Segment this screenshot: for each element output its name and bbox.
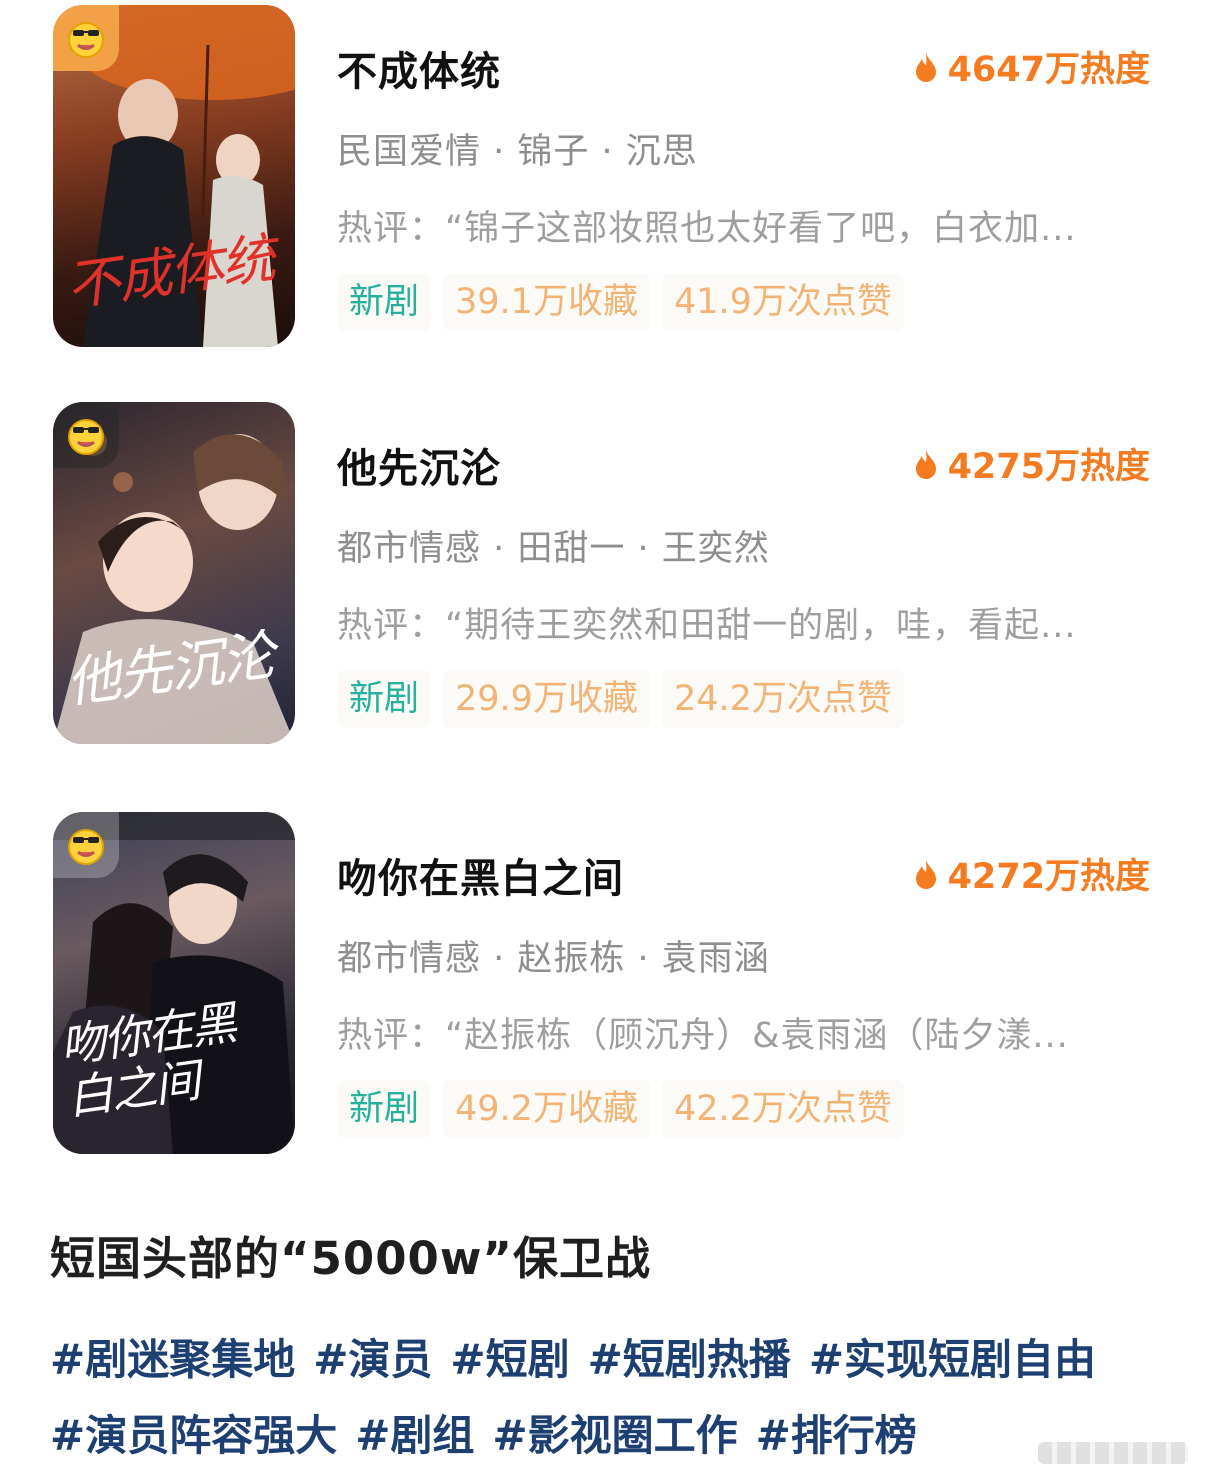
hashtag-list: #剧迷聚集地 #演员 #短剧 #短剧热播 #实现短剧自由 #演员阵容强大 #剧组… xyxy=(50,1318,1170,1470)
hashtag-link[interactable]: #演员阵容强大 xyxy=(50,1402,337,1463)
hashtag-link[interactable]: #影视圈工作 xyxy=(492,1402,737,1463)
hot-review[interactable]: 热评：“期待王奕然和田甜一的剧，哇，看起... xyxy=(337,597,1152,648)
hashtag-row: #演员阵容强大 #剧组 #影视圈工作 #排行榜 xyxy=(50,1394,1170,1470)
favorites-count-tag: 49.2万收藏 xyxy=(443,1080,650,1138)
sunglasses-face-icon xyxy=(53,812,119,878)
flame-icon xyxy=(915,859,936,889)
heat-score: 4275万热度 xyxy=(914,438,1150,489)
hashtag-link[interactable]: #剧组 xyxy=(355,1402,474,1463)
new-drama-tag: 新剧 xyxy=(337,273,432,331)
heat-value: 4272万热度 xyxy=(947,857,1150,897)
heat-score: 4647万热度 xyxy=(914,41,1150,92)
tag-row: 新剧 39.1万收藏 41.9万次点赞 xyxy=(337,273,904,331)
likes-count-tag: 42.2万次点赞 xyxy=(661,1080,904,1138)
tag-row: 新剧 49.2万收藏 42.2万次点赞 xyxy=(337,1080,904,1138)
favorites-count-tag: 29.9万收藏 xyxy=(443,670,650,728)
heat-value: 4647万热度 xyxy=(947,50,1150,90)
drama-genre: 都市情感 · 田甜一 · 王奕然 xyxy=(337,529,770,569)
new-drama-tag: 新剧 xyxy=(337,670,432,728)
heat-score: 4272万热度 xyxy=(914,848,1150,899)
new-drama-tag: 新剧 xyxy=(337,1080,432,1138)
hot-review[interactable]: 热评：“锦子这部妆照也太好看了吧，白衣加... xyxy=(337,200,1152,251)
drama-genre: 民国爱情 · 锦子 · 沉思 xyxy=(337,132,698,172)
hashtag-link[interactable]: #短剧 xyxy=(450,1326,569,1387)
sunglasses-face-icon xyxy=(53,402,119,468)
hashtag-link[interactable]: #实现短剧自由 xyxy=(809,1326,1096,1387)
watermark xyxy=(1038,1442,1188,1464)
drama-title[interactable]: 吻你在黑白之间 xyxy=(337,846,624,904)
favorites-count-tag: 39.1万收藏 xyxy=(443,273,650,331)
drama-card[interactable]: 不成体统 不成体统 4647万热度 民国爱情 · 锦子 · 沉思 热评：“锦子这… xyxy=(0,5,1206,355)
hashtag-link[interactable]: #短剧热播 xyxy=(588,1326,791,1387)
flame-icon xyxy=(915,449,936,479)
section-title: 短国头部的“5000w”保卫战 xyxy=(50,1232,651,1285)
likes-count-tag: 41.9万次点赞 xyxy=(661,273,904,331)
hashtag-link[interactable]: #排行榜 xyxy=(756,1402,917,1463)
drama-poster[interactable]: 不成体统 xyxy=(53,5,295,347)
drama-poster[interactable]: 他先沉沦 xyxy=(53,402,295,744)
hashtag-link[interactable]: #演员 xyxy=(313,1326,432,1387)
flame-icon xyxy=(915,52,936,82)
hot-review[interactable]: 热评：“赵振栋（顾沉舟）&袁雨涵（陆夕漾... xyxy=(337,1007,1152,1058)
drama-genre: 都市情感 · 赵振栋 · 袁雨涵 xyxy=(337,939,770,979)
likes-count-tag: 24.2万次点赞 xyxy=(661,670,904,728)
drama-card[interactable]: 吻你在黑白之间 吻你在黑白之间 4272万热度 都市情感 · 赵振栋 · 袁雨涵… xyxy=(0,812,1206,1162)
heat-value: 4275万热度 xyxy=(947,447,1150,487)
sunglasses-face-icon xyxy=(53,5,119,71)
hashtag-row: #剧迷聚集地 #演员 #短剧 #短剧热播 #实现短剧自由 xyxy=(50,1318,1170,1394)
drama-title[interactable]: 不成体统 xyxy=(337,39,501,97)
drama-card[interactable]: 他先沉沦 他先沉沦 4275万热度 都市情感 · 田甜一 · 王奕然 热评：“期… xyxy=(0,402,1206,752)
hashtag-link[interactable]: #剧迷聚集地 xyxy=(50,1326,295,1387)
tag-row: 新剧 29.9万收藏 24.2万次点赞 xyxy=(337,670,904,728)
drama-poster[interactable]: 吻你在黑白之间 xyxy=(53,812,295,1154)
drama-title[interactable]: 他先沉沦 xyxy=(337,436,501,494)
